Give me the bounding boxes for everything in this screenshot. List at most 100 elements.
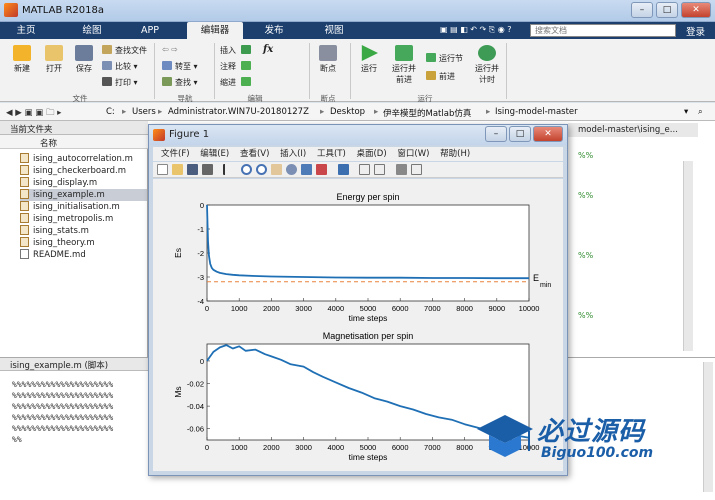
- breadcrumb-part[interactable]: Desktop: [330, 107, 365, 117]
- search-folder-icon[interactable]: ⌕: [698, 107, 703, 117]
- pointer-icon[interactable]: [223, 164, 234, 175]
- save-icon[interactable]: [187, 164, 198, 175]
- new-figure-icon[interactable]: [157, 164, 168, 175]
- menu-help[interactable]: 帮助(H): [440, 147, 470, 161]
- legend-icon[interactable]: [374, 164, 385, 175]
- tab-plots[interactable]: 绘图: [74, 22, 110, 39]
- print-button[interactable]: 打印 ▾: [102, 77, 138, 88]
- run-icon: [361, 45, 378, 61]
- brush-icon[interactable]: [316, 164, 327, 175]
- file-item[interactable]: ising_stats.m: [20, 225, 147, 237]
- open-icon[interactable]: [172, 164, 183, 175]
- login-link[interactable]: 登录: [686, 24, 705, 38]
- x-tick-label: 6000: [392, 443, 409, 452]
- open-button[interactable]: 打开: [40, 45, 68, 74]
- run-section-icon: [426, 53, 436, 62]
- find-button[interactable]: 查找 ▾: [162, 77, 198, 88]
- comment-button[interactable]: 注释: [220, 61, 254, 72]
- link-plot-icon[interactable]: [338, 164, 349, 175]
- zoom-in-icon[interactable]: [241, 164, 252, 175]
- advance-button[interactable]: 前进: [426, 71, 455, 82]
- run-advance-icon: [395, 45, 413, 61]
- x-tick-label: 7000: [424, 304, 441, 313]
- colorbar-icon[interactable]: [359, 164, 370, 175]
- run-section-button[interactable]: 运行节: [426, 53, 463, 64]
- new-button[interactable]: 新建: [8, 45, 36, 74]
- compare-button[interactable]: 比较 ▾: [102, 61, 138, 72]
- code-comment: %%: [578, 191, 594, 200]
- print-icon[interactable]: [202, 164, 213, 175]
- quick-access-toolbar[interactable]: ▣ ▤ ◧ ↶ ↷ ⎘ ◉ ?: [440, 25, 512, 35]
- search-input[interactable]: 搜索文档: [530, 24, 676, 37]
- find-files-button[interactable]: 查找文件: [102, 45, 147, 56]
- fx-button[interactable]: fx: [263, 44, 273, 55]
- file-item[interactable]: ising_initialisation.m: [20, 201, 147, 213]
- zoom-out-icon[interactable]: [256, 164, 267, 175]
- m-file-icon: [20, 177, 29, 187]
- advance-icon: [426, 71, 436, 80]
- menu-file[interactable]: 文件(F): [161, 147, 190, 161]
- breadcrumb-part[interactable]: C:: [106, 107, 115, 117]
- details-line: %%%%%%%%%%%%%%%%%%%%%: [12, 380, 114, 389]
- editor-scrollbar[interactable]: [683, 161, 693, 351]
- indent-button[interactable]: 缩进: [220, 77, 254, 88]
- close-button[interactable]: ✕: [681, 2, 711, 18]
- editor-tab-path[interactable]: model-master\ising_e...: [568, 123, 698, 137]
- file-item[interactable]: ising_autocorrelation.m: [20, 153, 147, 165]
- tab-home[interactable]: 主页: [8, 22, 44, 39]
- file-item[interactable]: ising_metropolis.m: [20, 213, 147, 225]
- x-tick-label: 9000: [488, 304, 505, 313]
- figure-minimize-button[interactable]: –: [485, 126, 507, 142]
- name-column-header[interactable]: 名称: [0, 135, 148, 149]
- menu-edit[interactable]: 编辑(E): [200, 147, 229, 161]
- file-item[interactable]: ising_theory.m: [20, 237, 147, 249]
- breadcrumb-part[interactable]: Users: [132, 107, 156, 117]
- breakpoints-button[interactable]: 断点: [314, 45, 342, 74]
- address-bar[interactable]: ◀ ▶ ▣ ▣ 🗀 ▸ C: ▸ Users ▸ Administrator.W…: [0, 103, 715, 121]
- file-item[interactable]: README.md: [20, 249, 147, 261]
- back-button[interactable]: ⇦ ⇨: [162, 45, 178, 54]
- menu-tools[interactable]: 工具(T): [317, 147, 346, 161]
- tab-publish[interactable]: 发布: [254, 22, 294, 39]
- ribbon: 新建 打开 保存 查找文件 比较 ▾ 打印 ▾ 文件 ⇦ ⇨ 转至 ▾ 查找 ▾…: [0, 39, 715, 103]
- rotate-icon[interactable]: [286, 164, 297, 175]
- file-item-selected[interactable]: ising_example.m: [20, 189, 147, 201]
- data-cursor-icon[interactable]: [301, 164, 312, 175]
- x-tick-label: 4000: [327, 304, 344, 313]
- run-and-time-button[interactable]: 运行并 计时: [472, 45, 502, 85]
- tab-editor[interactable]: 编辑器: [187, 22, 243, 39]
- goto-button[interactable]: 转至 ▾: [162, 61, 198, 72]
- menu-view[interactable]: 查看(V): [240, 147, 269, 161]
- x-tick-label: 6000: [392, 304, 409, 313]
- maximize-button[interactable]: □: [656, 2, 678, 18]
- divider: [506, 43, 507, 99]
- figure-maximize-button[interactable]: □: [509, 126, 531, 142]
- menu-desktop[interactable]: 桌面(D): [356, 147, 386, 161]
- run-button[interactable]: 运行: [356, 45, 382, 74]
- menu-window[interactable]: 窗口(W): [397, 147, 429, 161]
- divider: [154, 43, 155, 99]
- breadcrumb-sep: ▸: [486, 107, 491, 117]
- pan-icon[interactable]: [271, 164, 282, 175]
- minimize-button[interactable]: –: [631, 2, 653, 18]
- hide-plot-tools-icon[interactable]: [396, 164, 407, 175]
- tab-view[interactable]: 视图: [314, 22, 354, 39]
- insert-button[interactable]: 插入: [220, 45, 254, 56]
- file-item[interactable]: ising_checkerboard.m: [20, 165, 147, 177]
- address-dropdown-icon[interactable]: ▾: [684, 107, 688, 117]
- breadcrumb-sep: ▸: [320, 107, 325, 117]
- file-item[interactable]: ising_display.m: [20, 177, 147, 189]
- show-plot-tools-icon[interactable]: [411, 164, 422, 175]
- breadcrumb-part[interactable]: Ising-model-master: [495, 107, 578, 117]
- nav-arrows[interactable]: ◀ ▶ ▣ ▣ 🗀 ▸: [6, 107, 61, 121]
- run-and-advance-button[interactable]: 运行并 前进: [388, 45, 420, 85]
- code-comment: %%: [578, 251, 594, 260]
- x-tick-label: 3000: [295, 304, 312, 313]
- save-button[interactable]: 保存: [70, 45, 98, 74]
- tab-apps[interactable]: APP: [130, 22, 170, 39]
- breadcrumb-part[interactable]: 伊辛模型的Matlab仿真: [383, 107, 471, 119]
- figure-close-button[interactable]: ✕: [533, 126, 563, 142]
- x-tick-label: 2000: [263, 443, 280, 452]
- breadcrumb-part[interactable]: Administrator.WIN7U-20180127Z: [168, 107, 309, 117]
- menu-insert[interactable]: 插入(I): [280, 147, 306, 161]
